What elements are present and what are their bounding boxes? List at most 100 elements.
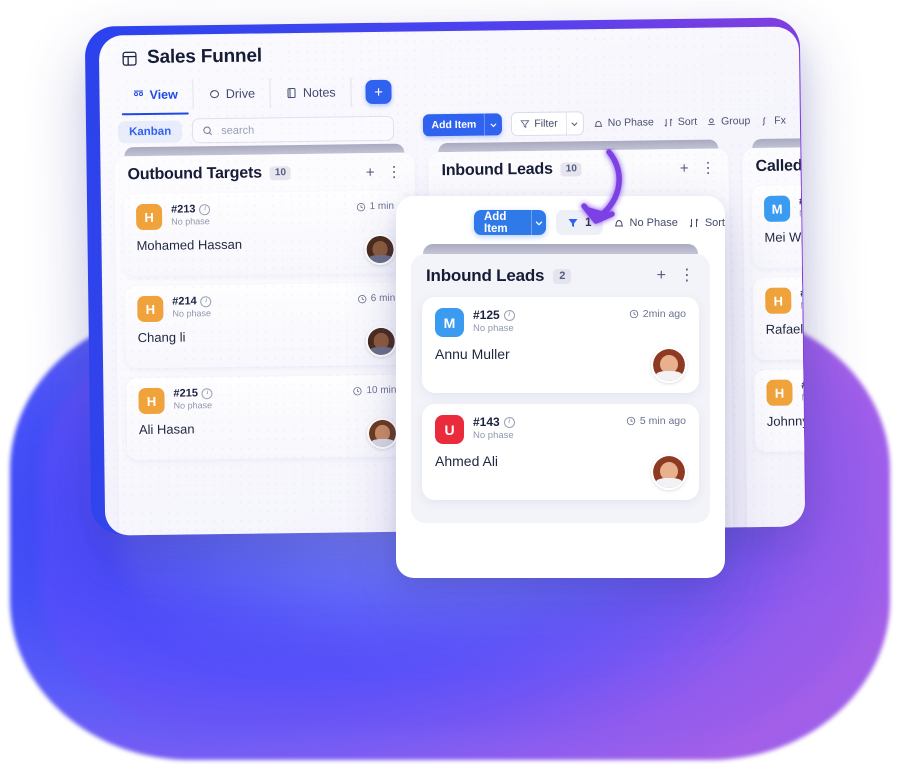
card-badge: H [138, 387, 165, 415]
card-name: Annu Muller [435, 346, 510, 362]
titlebar: Sales Funnel [121, 45, 262, 69]
card-id: #213 [170, 203, 196, 216]
kanban-view-chip[interactable]: Kanban [117, 120, 183, 143]
card-149[interactable]: H #149i No phase Rafael Gracia [752, 274, 806, 361]
overlay-column-title: Inbound Leads [426, 266, 545, 285]
overlay-card-125[interactable]: M #125 i No phase 2min ago Annu Muller [422, 297, 699, 393]
card-name: Ali Hasan [138, 421, 195, 438]
tab-drive[interactable]: Drive [193, 78, 272, 110]
no-phase-button[interactable]: No Phase [593, 116, 654, 129]
overlay-card-143[interactable]: U #143 i No phase 5 min ago Ahmed Ali [422, 404, 699, 500]
sort-button[interactable]: Sort [663, 116, 697, 128]
overlay-filter-count: 1 [585, 216, 592, 229]
column-header: Called/Qualified + ⋮ [751, 154, 805, 186]
add-tab-button[interactable]: + [365, 79, 392, 105]
search-box[interactable] [192, 115, 395, 144]
overlay-column-add-icon[interactable]: + [657, 268, 666, 284]
column-title: Called/Qualified [755, 156, 806, 176]
board-toolbar: Add Item Filter No Phase Sort Group Fx [423, 109, 786, 138]
card-badge: H [765, 287, 792, 314]
view-selector-row: Kanban [117, 115, 395, 145]
search-input[interactable] [219, 121, 385, 138]
filter-icon [568, 218, 578, 227]
column-count: 10 [560, 162, 582, 177]
overlay-no-phase-button[interactable]: No Phase [613, 217, 678, 229]
filter-chevron-down-icon[interactable] [565, 112, 583, 135]
card-id: #214 [172, 295, 197, 308]
card-time-label: 1 min [369, 200, 395, 213]
card-phase: No phase [473, 430, 514, 441]
group-button[interactable]: Group [706, 115, 750, 128]
card-215[interactable]: H #215 i No phase 10 min Ali Hasan [126, 374, 410, 461]
card-id: #143 [473, 415, 500, 429]
overlay-chevron-down-icon[interactable] [530, 210, 546, 235]
column-add-icon[interactable]: + [680, 159, 689, 176]
overlay-column-more-icon[interactable]: ⋮ [679, 268, 695, 284]
add-item-label: Add Item [431, 118, 477, 132]
card-time: 2min ago [629, 308, 686, 320]
tab-view-label: View [149, 87, 178, 102]
card-name: Mei Wong [764, 229, 806, 245]
filter-result-overlay-panel: Add Item 1 No Phase Sort Inbound Leads 2… [396, 196, 725, 578]
filter-icon [520, 120, 530, 129]
no-phase-label: No Phase [607, 116, 654, 129]
card-214[interactable]: H #214 i No phase 6 min Chang li [125, 282, 409, 369]
fx-button[interactable]: Fx [759, 115, 786, 127]
sort-icon [664, 118, 673, 127]
info-icon[interactable]: i [201, 387, 214, 399]
overlay-column-top-bar [423, 244, 698, 254]
clock-icon [357, 294, 366, 303]
card-time: 6 min [357, 293, 395, 305]
add-item-button[interactable]: Add Item [423, 113, 503, 137]
card-badge: U [435, 415, 464, 444]
column-count: 10 [269, 166, 292, 181]
card-name: Rafael Gracia [765, 321, 806, 337]
card-phase: No phase [172, 308, 211, 319]
search-icon [203, 126, 213, 136]
info-icon[interactable]: i [200, 295, 212, 307]
phase-icon [614, 219, 623, 226]
avatar [366, 417, 399, 450]
card-badge: M [763, 195, 791, 222]
chevron-down-icon[interactable] [484, 113, 503, 136]
sort-icon [689, 218, 699, 227]
info-icon[interactable]: i [503, 309, 515, 321]
card-name: Ahmed Ali [435, 453, 499, 469]
card-213[interactable]: H #213 i No phase 1 min Mohamed Hassan [123, 190, 407, 277]
info-icon[interactable]: i [199, 203, 211, 215]
sort-label: Sort [677, 115, 698, 129]
info-icon[interactable]: i [503, 416, 515, 428]
group-label: Group [720, 115, 751, 128]
clock-icon [626, 416, 636, 426]
column-more-icon[interactable]: ⋮ [700, 159, 715, 176]
tabbar: View Drive Notes + [117, 76, 392, 112]
overlay-filter-badge-button[interactable]: 1 [556, 210, 603, 235]
column-title: Outbound Targets [127, 164, 262, 184]
card-time-label: 5 min ago [639, 415, 686, 427]
column-add-icon[interactable]: + [366, 164, 375, 181]
tab-view[interactable]: View [117, 79, 194, 111]
card-badge: H [137, 295, 164, 323]
filter-button[interactable]: Filter [511, 111, 584, 137]
column-header: Inbound Leads 10 + ⋮ [437, 158, 719, 190]
column-more-icon[interactable]: ⋮ [386, 163, 401, 180]
function-icon [762, 116, 766, 126]
tab-notes[interactable]: Notes [270, 77, 352, 109]
card-name: Chang li [137, 329, 186, 346]
overlay-sort-button[interactable]: Sort [688, 217, 725, 229]
card-145[interactable]: M #145i No phase Mei Wong [751, 182, 806, 269]
overlay-add-item-label: Add Item [484, 210, 508, 235]
avatar [651, 454, 687, 490]
card-time: 10 min [352, 385, 396, 397]
filter-label: Filter [534, 117, 558, 130]
card-badge: H [135, 203, 163, 231]
card-id: #215 [173, 387, 199, 400]
clock-icon [629, 309, 638, 319]
view-icon [133, 90, 144, 97]
notes-icon [287, 88, 297, 99]
card-phase: No phase [171, 216, 210, 227]
overlay-toolbar: Add Item 1 No Phase Sort [474, 210, 725, 235]
column-header: Outbound Targets 10 + ⋮ [123, 163, 405, 195]
card-100[interactable]: H #100i No phase Johnny Wa [754, 366, 806, 453]
overlay-add-item-button[interactable]: Add Item [474, 210, 547, 235]
